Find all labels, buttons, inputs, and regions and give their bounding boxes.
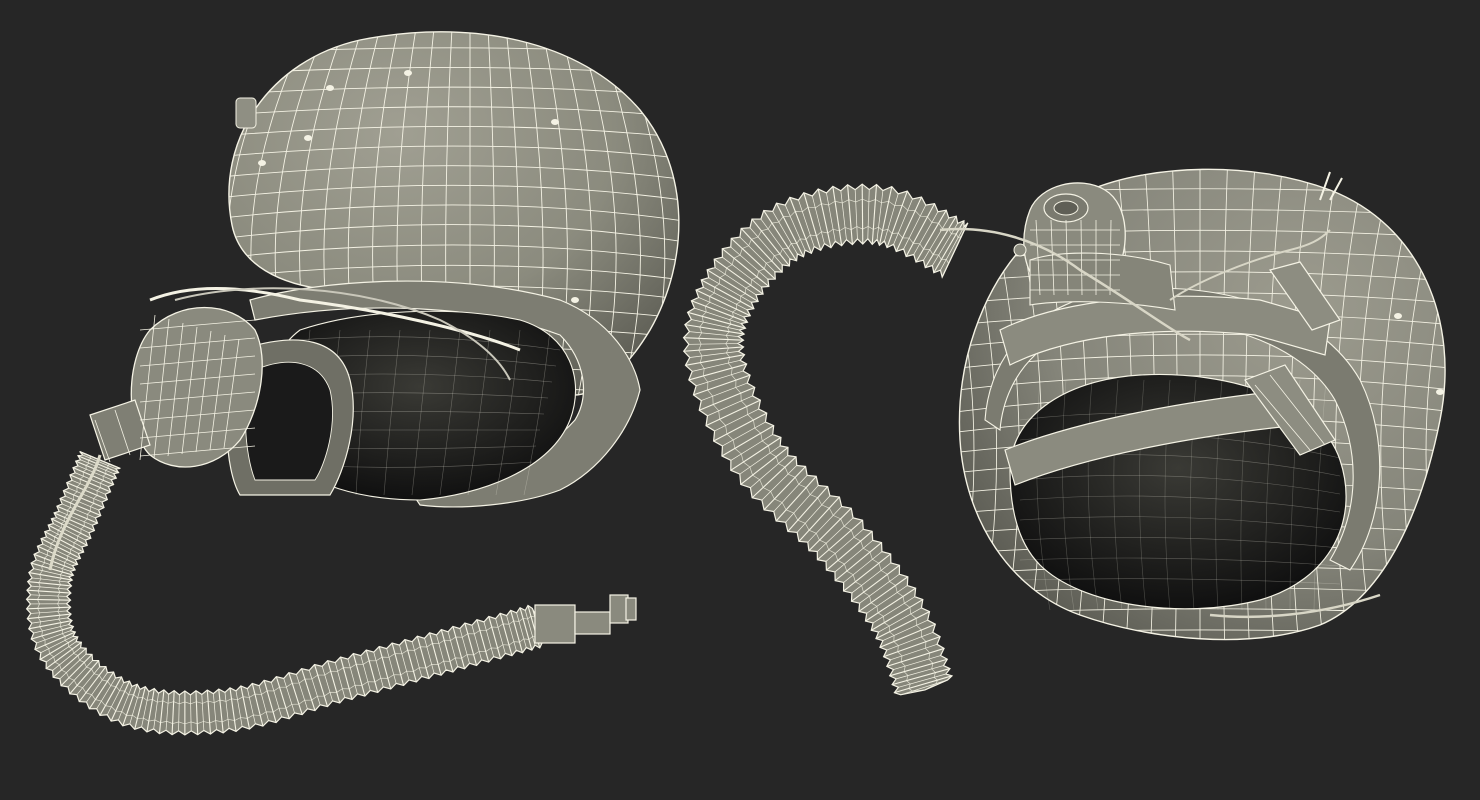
helmet-right: [682, 147, 1480, 696]
vent-hole: [551, 119, 559, 125]
vent-hole: [1436, 389, 1444, 395]
oxygen-hose-right-body: [682, 183, 969, 696]
oxygen-hose-right: [682, 183, 969, 696]
vent-hole: [326, 85, 334, 91]
vent-hole: [571, 297, 579, 303]
render-viewport: [0, 0, 1480, 800]
wire-curve: [1449, 150, 1480, 660]
wire-curve: [1471, 150, 1480, 660]
vent-hole: [258, 160, 266, 166]
vent-hole: [404, 70, 412, 76]
helmet-knob-left: [235, 97, 257, 129]
vent-hole: [1394, 313, 1402, 319]
hose-connector-left: [534, 594, 637, 644]
wireframe-render: [25, 31, 1480, 736]
wire-curve: [940, 147, 1470, 151]
vent-hole: [304, 135, 312, 141]
wire-curve: [940, 651, 1470, 655]
wire-line: [861, 184, 864, 245]
helmet-left: [25, 31, 680, 736]
